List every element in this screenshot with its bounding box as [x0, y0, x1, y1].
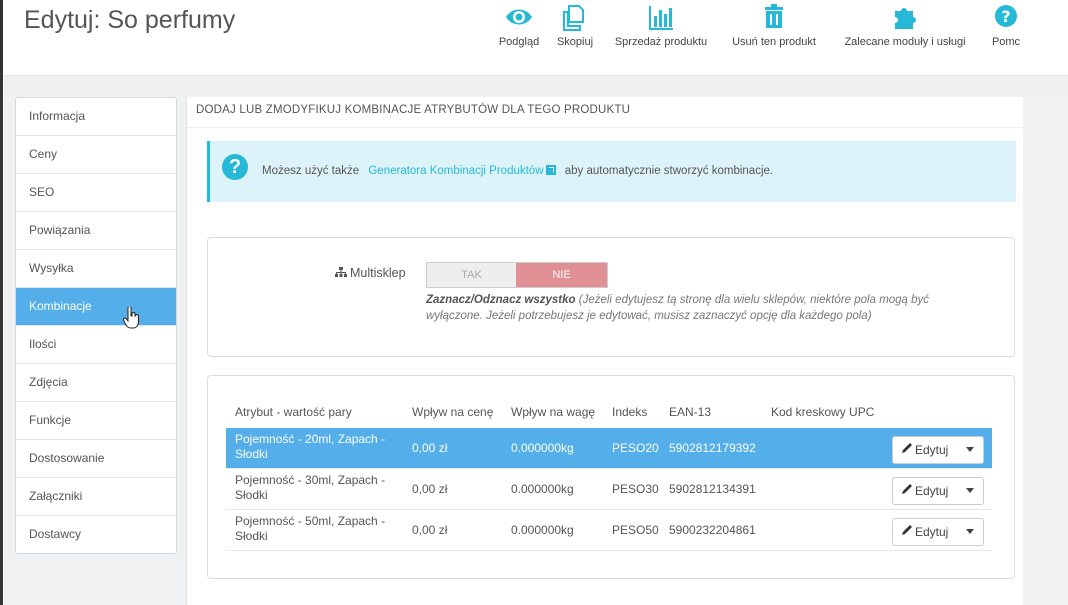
cell-attribute: Pojemność - 20ml, Zapach - Słodki [235, 432, 386, 461]
chevron-down-icon[interactable] [966, 529, 974, 534]
cell-weight-impact: 0.000000kg [511, 441, 574, 455]
sidebar-item-zalaczniki[interactable]: Załączniki [16, 478, 176, 516]
puzzle-icon [895, 8, 916, 29]
recommended-modules-button[interactable]: Zalecane moduły i usługi [834, 2, 976, 48]
chevron-down-icon[interactable] [966, 447, 974, 452]
svg-text:?: ? [1001, 7, 1010, 26]
header-divider [4, 75, 1068, 98]
column-header-upc: Kod kreskowy UPC [771, 405, 875, 419]
chevron-down-icon[interactable] [966, 488, 974, 493]
cell-attribute: Pojemność - 30ml, Zapach - Słodki [235, 473, 386, 502]
sidebar-item-funkcje[interactable]: Funkcje [16, 402, 176, 440]
trash-icon [765, 4, 783, 28]
question-icon: ? [222, 154, 248, 180]
cell-ean13: 5902812134391 [669, 482, 756, 496]
sidebar-item-kombinacje[interactable]: Kombinacje [16, 288, 176, 326]
pencil-icon [902, 484, 912, 494]
multishop-no-option[interactable]: NIE [516, 263, 607, 287]
column-header-ean13: EAN-13 [669, 405, 712, 419]
pencil-icon [902, 443, 912, 453]
cell-weight-impact: 0.000000kg [511, 482, 574, 496]
copy-icon [563, 5, 584, 31]
sitemap-icon [335, 267, 347, 277]
edit-button[interactable]: Edytuj [892, 477, 984, 505]
combinations-panel: DODAJ LUB ZMODYFIKUJ KOMBINACJE ATRYBUTÓ… [186, 97, 1023, 605]
sidebar-item-dostawcy[interactable]: Dostawcy [16, 516, 176, 553]
help-icon: ? [995, 5, 1017, 27]
page-header: Edytuj: So perfumy Podgląd Skopiuj Sprze… [0, 0, 1068, 75]
sidebar-item-ceny[interactable]: Ceny [16, 136, 176, 174]
sidebar-item-seo[interactable]: SEO [16, 174, 176, 212]
table-row[interactable]: Pojemność - 30ml, Zapach - Słodki 0,00 z… [226, 469, 992, 510]
product-tabs-sidebar: Informacja Ceny SEO Powiązania Wysyłka K… [15, 97, 177, 554]
sidebar-item-dostosowanie[interactable]: Dostosowanie [16, 440, 176, 478]
info-alert: ? Możesz użyć także Generatora Kombinacj… [207, 141, 1016, 202]
cell-attribute: Pojemność - 50ml, Zapach - Słodki [235, 514, 386, 543]
sidebar-item-ilosci[interactable]: Ilości [16, 326, 176, 364]
column-header-price-impact: Wpływ na cenę [412, 405, 494, 419]
edit-button[interactable]: Edytuj [892, 518, 984, 546]
cell-price-impact: 0,00 zł [412, 441, 448, 455]
cell-price-impact: 0,00 zł [412, 482, 448, 496]
bar-chart-icon [649, 6, 673, 30]
left-edge-rule [0, 0, 3, 605]
edit-button[interactable]: Edytuj [892, 436, 984, 464]
page-title: Edytuj: So perfumy [24, 6, 236, 34]
column-header-reference: Indeks [612, 405, 648, 419]
eye-icon [506, 9, 532, 25]
preview-button[interactable]: Podgląd [496, 2, 542, 48]
heading-divider [187, 127, 1023, 128]
multishop-toggle[interactable]: TAK NIE [426, 262, 608, 288]
info-text: Możesz użyć także Generatora Kombinacji … [262, 165, 774, 177]
cell-weight-impact: 0.000000kg [511, 523, 574, 537]
multishop-help: Zaznacz/Odznacz wszystko (Jeżeli edytuje… [426, 294, 930, 322]
cell-ean13: 5900232204861 [669, 523, 756, 537]
delete-product-button[interactable]: Usuń ten produkt [724, 2, 824, 48]
column-header-weight-impact: Wpływ na wagę [511, 405, 596, 419]
toggle-all-link[interactable]: Zaznacz/Odznacz wszystko [426, 294, 576, 306]
panel-heading: DODAJ LUB ZMODYFIKUJ KOMBINACJE ATRYBUTÓ… [196, 104, 631, 116]
table-row[interactable]: Pojemność - 50ml, Zapach - Słodki 0,00 z… [226, 510, 992, 551]
combinations-table: Atrybut - wartość pary Wpływ na cenę Wpł… [207, 375, 1015, 579]
cell-reference: PESO50 [612, 523, 659, 537]
combinations-generator-link[interactable]: Generatora Kombinacji Produktów [368, 165, 556, 177]
sidebar-item-zdjecia[interactable]: Zdjęcia [16, 364, 176, 402]
external-link-icon [545, 165, 556, 175]
multishop-yes-option[interactable]: TAK [427, 263, 516, 287]
cell-price-impact: 0,00 zł [412, 523, 448, 537]
sidebar-item-informacja[interactable]: Informacja [16, 98, 176, 136]
column-header-attribute: Atrybut - wartość pary [235, 405, 352, 419]
table-row[interactable]: Pojemność - 20ml, Zapach - Słodki 0,00 z… [226, 428, 992, 469]
cell-ean13: 5902812179392 [669, 441, 756, 455]
sidebar-item-powiazania[interactable]: Powiązania [16, 212, 176, 250]
help-button[interactable]: ? Pomc [986, 2, 1026, 48]
duplicate-button[interactable]: Skopiuj [552, 2, 598, 48]
cell-reference: PESO30 [612, 482, 659, 496]
multishop-box: Multisklep TAK NIE Zaznacz/Odznacz wszys… [207, 237, 1015, 357]
cell-reference: PESO20 [612, 441, 659, 455]
sidebar-item-wysylka[interactable]: Wysyłka [16, 250, 176, 288]
sales-button[interactable]: Sprzedaż produktu [606, 2, 716, 48]
multishop-label: Multisklep [335, 266, 406, 280]
hand-cursor-icon [122, 307, 139, 329]
pencil-icon [902, 525, 912, 535]
